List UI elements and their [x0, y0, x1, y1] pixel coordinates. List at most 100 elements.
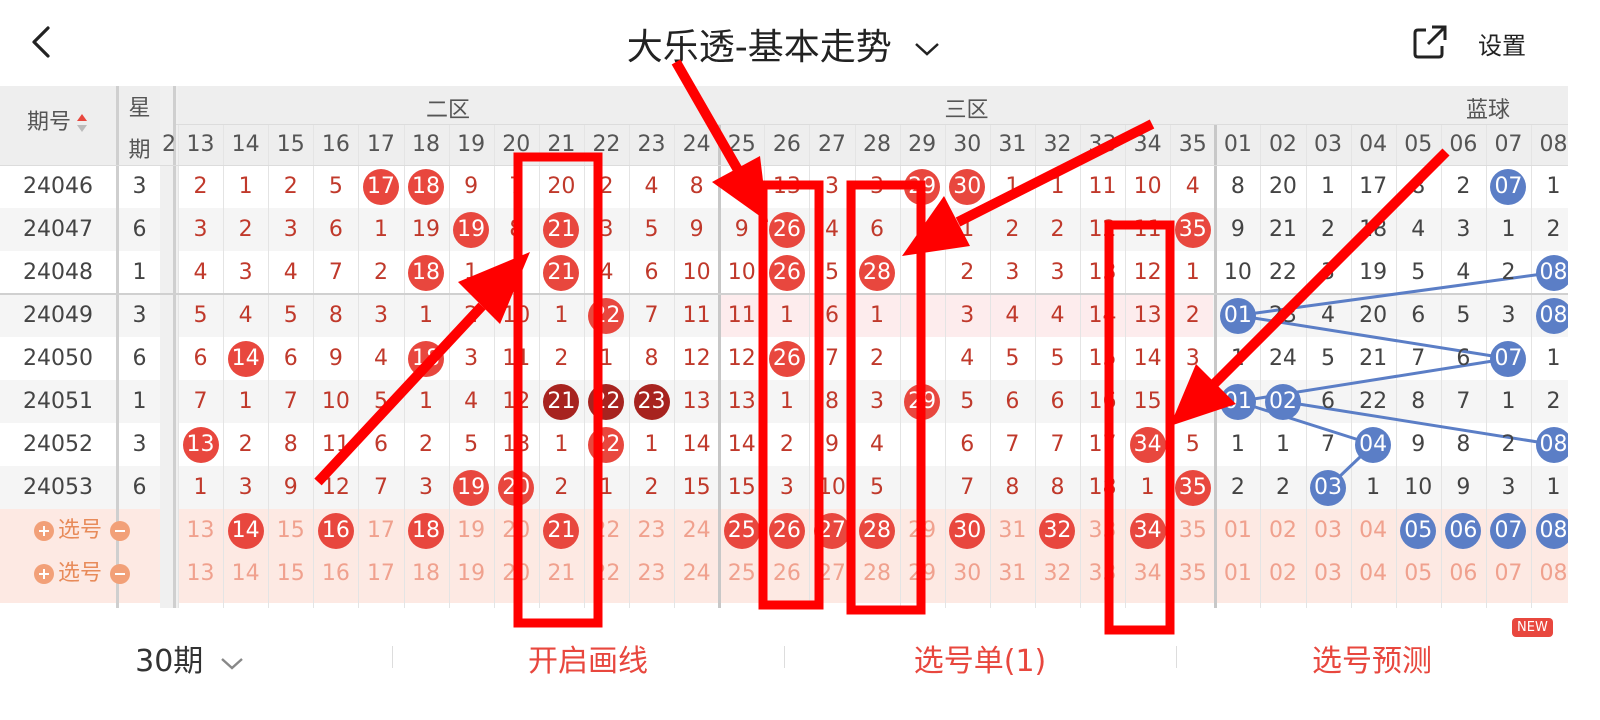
- selectable-number[interactable]: 01: [1215, 552, 1260, 595]
- red-ball[interactable]: 26: [768, 340, 805, 377]
- selectable-number[interactable]: 04: [1351, 509, 1396, 552]
- selectable-number[interactable]: 35: [1170, 509, 1215, 552]
- blue-ball[interactable]: 03: [1310, 469, 1347, 506]
- selectable-number[interactable]: 05: [1396, 552, 1441, 595]
- red-ball[interactable]: 22: [588, 297, 625, 334]
- selectable-blue-ball[interactable]: 07: [1490, 512, 1527, 549]
- red-ball[interactable]: 21: [543, 254, 580, 291]
- prediction-button[interactable]: 选号预测: [1176, 636, 1568, 680]
- page-title[interactable]: 大乐透-基本走势: [0, 18, 1568, 70]
- selectable-number[interactable]: 08: [1531, 552, 1568, 595]
- selectable-number[interactable]: 19: [449, 509, 494, 552]
- red-ball[interactable]: 29: [904, 168, 941, 205]
- selectable-number[interactable]: 21: [539, 552, 584, 595]
- red-ball[interactable]: 18: [408, 340, 445, 377]
- selectable-number[interactable]: 18: [404, 552, 449, 595]
- selectable-number[interactable]: 02: [1260, 509, 1305, 552]
- share-icon[interactable]: [1410, 22, 1450, 62]
- selectable-number[interactable]: 25: [719, 552, 764, 595]
- selectable-red-ball[interactable]: 30: [949, 512, 986, 549]
- selectable-red-ball[interactable]: 14: [227, 512, 264, 549]
- selectable-number[interactable]: 24: [674, 509, 719, 552]
- pick-list-button[interactable]: 选号单(1): [784, 636, 1176, 680]
- selectable-number[interactable]: 33: [1080, 509, 1125, 552]
- red-ball[interactable]: 21: [543, 383, 580, 420]
- selectable-number[interactable]: 22: [584, 552, 629, 595]
- selectable-number[interactable]: 02: [1260, 552, 1305, 595]
- selectable-number[interactable]: 20: [494, 552, 539, 595]
- red-ball[interactable]: 19: [453, 211, 490, 248]
- blue-ball[interactable]: 07: [1490, 168, 1527, 205]
- blue-ball[interactable]: 08: [1535, 254, 1568, 291]
- red-ball[interactable]: 18: [408, 168, 445, 205]
- selectable-red-ball[interactable]: 21: [543, 512, 580, 549]
- selectable-number[interactable]: 13: [178, 552, 223, 595]
- selectable-red-ball[interactable]: 26: [768, 512, 805, 549]
- settings-button[interactable]: 设置: [1478, 26, 1526, 61]
- blue-ball[interactable]: 08: [1535, 426, 1568, 463]
- selectable-number[interactable]: 31: [990, 552, 1035, 595]
- blue-ball[interactable]: 02: [1264, 383, 1301, 420]
- selectable-number[interactable]: 32: [1035, 552, 1080, 595]
- red-ball[interactable]: 35: [1174, 469, 1211, 506]
- selectable-number[interactable]: 29: [900, 552, 945, 595]
- red-ball[interactable]: 13: [182, 426, 219, 463]
- red-ball[interactable]: 26: [768, 211, 805, 248]
- selectable-number[interactable]: 30: [945, 552, 990, 595]
- selectable-number[interactable]: 01: [1215, 509, 1260, 552]
- red-ball[interactable]: 28: [859, 254, 896, 291]
- selectable-number[interactable]: 28: [855, 552, 900, 595]
- selectable-number[interactable]: 31: [990, 509, 1035, 552]
- red-ball[interactable]: 30: [949, 168, 986, 205]
- selectable-number[interactable]: 27: [809, 552, 854, 595]
- plus-circle-icon[interactable]: [33, 564, 54, 584]
- selectable-blue-ball[interactable]: 05: [1400, 512, 1437, 549]
- selectable-red-ball[interactable]: 27: [813, 512, 850, 549]
- selectable-blue-ball[interactable]: 06: [1445, 512, 1482, 549]
- red-ball[interactable]: 35: [1174, 211, 1211, 248]
- red-ball[interactable]: 22: [588, 426, 625, 463]
- blue-ball[interactable]: 08: [1535, 297, 1568, 334]
- selectable-number[interactable]: 34: [1125, 552, 1170, 595]
- trend-grid[interactable]: 期号星期二区 三区 蓝球 2 13 14 15 16 17 18 19 20 21 22 23 24 25 26 2…: [0, 86, 1568, 608]
- red-ball[interactable]: 20: [498, 469, 535, 506]
- selectable-number[interactable]: 15: [268, 552, 313, 595]
- selectable-number[interactable]: 06: [1441, 552, 1486, 595]
- red-ball[interactable]: 17: [362, 168, 399, 205]
- selectable-number[interactable]: 29: [900, 509, 945, 552]
- blue-ball[interactable]: 01: [1219, 383, 1256, 420]
- selectable-number[interactable]: 17: [358, 552, 403, 595]
- selectable-number[interactable]: 35: [1170, 552, 1215, 595]
- selectable-number[interactable]: 23: [629, 509, 674, 552]
- selectable-number[interactable]: 17: [358, 509, 403, 552]
- period-selector[interactable]: 30期: [120, 636, 260, 680]
- blue-ball[interactable]: 07: [1490, 340, 1527, 377]
- selectable-red-ball[interactable]: 25: [723, 512, 760, 549]
- selectable-red-ball[interactable]: 32: [1039, 512, 1076, 549]
- red-ball[interactable]: 29: [904, 383, 941, 420]
- red-ball[interactable]: 23: [633, 383, 670, 420]
- plus-circle-icon[interactable]: [33, 521, 54, 541]
- selectable-number[interactable]: 22: [584, 509, 629, 552]
- selectable-red-ball[interactable]: 18: [408, 512, 445, 549]
- blue-ball[interactable]: 04: [1355, 426, 1392, 463]
- selectable-number[interactable]: 20: [494, 509, 539, 552]
- red-ball[interactable]: 18: [408, 254, 445, 291]
- red-ball[interactable]: 14: [227, 340, 264, 377]
- red-ball[interactable]: 22: [588, 383, 625, 420]
- draw-lines-button[interactable]: 开启画线: [392, 636, 784, 680]
- selectable-number[interactable]: 03: [1306, 552, 1351, 595]
- selectable-number[interactable]: 26: [764, 552, 809, 595]
- selectable-red-ball[interactable]: 28: [859, 512, 896, 549]
- selectable-number[interactable]: 33: [1080, 552, 1125, 595]
- selectable-number[interactable]: 03: [1306, 509, 1351, 552]
- selection-label[interactable]: 选号: [22, 552, 142, 595]
- blue-ball[interactable]: 01: [1219, 297, 1256, 334]
- red-ball[interactable]: 19: [453, 469, 490, 506]
- selectable-number[interactable]: 16: [313, 552, 358, 595]
- selectable-number[interactable]: 15: [268, 509, 313, 552]
- red-ball[interactable]: 26: [768, 254, 805, 291]
- selectable-number[interactable]: 23: [629, 552, 674, 595]
- selectable-number[interactable]: 24: [674, 552, 719, 595]
- minus-circle-icon[interactable]: [110, 564, 130, 584]
